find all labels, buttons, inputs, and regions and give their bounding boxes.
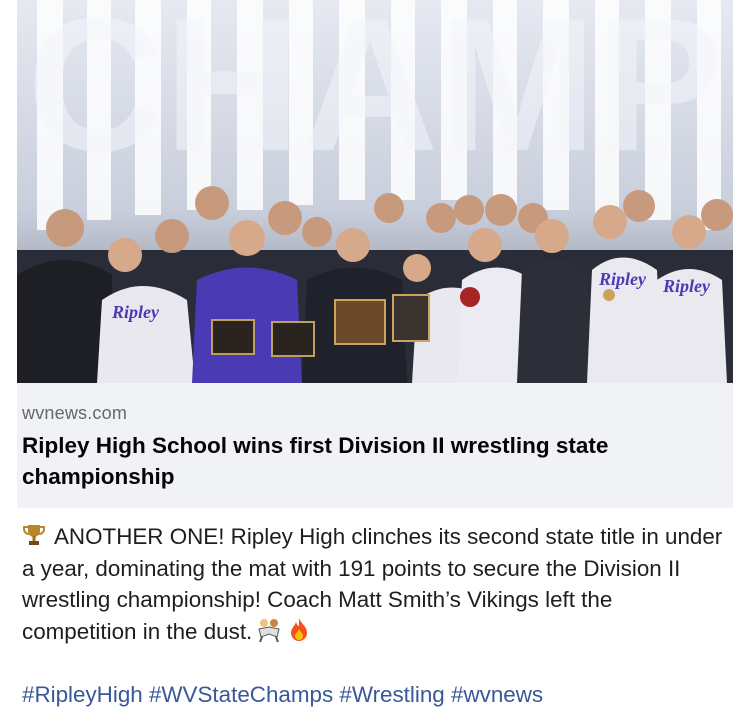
banner-lettering: CHAMP — [27, 0, 724, 191]
hashtag-wvnews[interactable]: #wvnews — [451, 682, 543, 707]
jersey-lettering: Ripley — [111, 302, 160, 322]
jersey-lettering: Ripley — [662, 276, 711, 296]
hashtag-list: #RipleyHigh #WVStateChamps #Wrestling #w… — [22, 679, 727, 710]
trophy-icon — [23, 525, 45, 545]
team-photo-illustration: CHAMP Ripley Ripley Ripley — [17, 0, 733, 383]
post-message: ANOTHER ONE! Ripley High clinches its se… — [22, 524, 723, 644]
jersey-lettering: Ripley — [598, 269, 647, 289]
hashtag-wvstatechamps[interactable]: #WVStateChamps — [149, 682, 333, 707]
fire-icon — [291, 617, 308, 641]
wrestlers-icon — [258, 618, 280, 642]
hashtag-wrestling[interactable]: #Wrestling — [339, 682, 444, 707]
post-photo[interactable]: CHAMP Ripley Ripley Ripley — [17, 0, 733, 383]
post-text: ANOTHER ONE! Ripley High clinches its se… — [22, 521, 727, 647]
link-title[interactable]: Ripley High School wins first Division I… — [22, 430, 712, 492]
link-preview-card[interactable]: wvnews.com Ripley High School wins first… — [17, 383, 733, 508]
link-domain: wvnews.com — [22, 403, 128, 423]
hashtag-ripleyhigh[interactable]: #RipleyHigh — [22, 682, 143, 707]
post: CHAMP Ripley Ripley Ripley wvnews.com Ri… — [0, 0, 750, 727]
